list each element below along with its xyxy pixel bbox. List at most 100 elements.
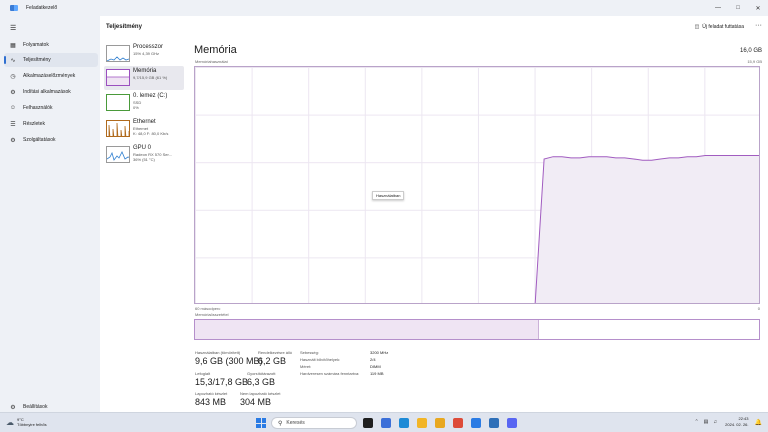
run-task-icon: ◫ xyxy=(694,24,700,30)
graph-zero-label: 0 xyxy=(757,306,760,311)
network-icon[interactable]: ▤ xyxy=(704,419,709,425)
memory-in-use-segment xyxy=(195,320,540,339)
device-item-ethernet[interactable]: Ethernet Ethernet K: 48,0 F: 80,0 Kb/s xyxy=(104,117,184,141)
sidebar-item-label: Indítási alkalmazások xyxy=(23,89,71,95)
device-name: Processzor xyxy=(133,44,164,50)
stat-value: 304 MB xyxy=(240,397,272,407)
more-options-icon[interactable]: ··· xyxy=(755,22,762,29)
sidebar-item-label: Részletek xyxy=(23,121,45,127)
graph-span-label: 60 másodperc xyxy=(195,306,221,311)
device-detail: Ethernet K: 48,0 F: 80,0 Kb/s xyxy=(133,126,168,136)
sidebar-item-services[interactable]: ⚙ Szolgáltatások xyxy=(4,133,98,147)
device-name: 0. lemez (C:) xyxy=(133,93,168,99)
device-item-memory[interactable]: Memória 9,7/15,9 GB (61 %) xyxy=(104,66,184,90)
stat-label: Lapozható készlet xyxy=(195,391,228,396)
system-tray: ⌃ ▤ ♫ 22:43 2024. 02. 26. 🔔 xyxy=(694,416,762,428)
taskbar-search[interactable]: ⚲ Keresés xyxy=(271,417,357,429)
memory-thumbnail xyxy=(106,69,130,86)
task-manager-icon[interactable] xyxy=(471,418,481,428)
sidebar-item-app-history[interactable]: ◷ Alkalmazáselőzmények xyxy=(4,69,98,83)
device-name: Memória xyxy=(133,68,157,74)
stat-cached: Gyorsítótárazott 6,3 GB xyxy=(247,371,275,387)
run-new-task-button[interactable]: ◫ Új feladat futtatása xyxy=(695,24,744,30)
stat-value: 6,3 GB xyxy=(247,377,276,387)
chrome-icon[interactable] xyxy=(453,418,463,428)
stat-label: Lefoglalt xyxy=(195,371,211,376)
device-item-gpu[interactable]: GPU 0 Radeon RX 570 Ser... 36% (51 °C) xyxy=(104,143,184,167)
info-row: Használt bővítőhelyek: 2/4 xyxy=(300,356,388,363)
cloud-icon: ☁ xyxy=(6,417,14,427)
ethernet-thumbnail xyxy=(106,120,130,137)
stat-label: Nem lapozható készlet xyxy=(240,391,281,396)
graph-tooltip: Használatban xyxy=(372,191,405,200)
sidebar-item-performance[interactable]: ∿ Teljesítmény xyxy=(4,53,98,67)
notification-bell-icon[interactable]: 🔔 xyxy=(755,419,762,426)
processes-icon: ▦ xyxy=(10,42,16,49)
services-icon: ⚙ xyxy=(10,137,16,144)
info-key: Sebesség: xyxy=(300,350,319,355)
info-key: Hardveresen számára fenntartva: xyxy=(300,371,360,376)
stat-nonpaged-pool: Nem lapozható készlet 304 MB xyxy=(240,391,280,407)
memory-title: Memória xyxy=(194,44,237,56)
stat-available: Rendelkezésre álló 6,2 GB xyxy=(258,350,292,366)
sidebar-item-users[interactable]: ☺ Felhasználók xyxy=(4,101,98,115)
chevron-up-icon[interactable]: ⌃ xyxy=(694,419,698,425)
memory-usage-graph[interactable] xyxy=(194,66,760,304)
info-key: Használt bővítőhelyek: xyxy=(300,357,341,362)
device-detail: 9,7/15,9 GB (61 %) xyxy=(133,75,168,80)
hamburger-menu-icon[interactable]: ☰ xyxy=(10,24,16,32)
tray-icons: ⌃ ▤ ♫ xyxy=(694,419,717,425)
cpu-sparkline xyxy=(107,56,129,61)
stat-value: 9,6 GB (300 MB) xyxy=(195,356,263,366)
stat-value: 15,3/17,8 GB xyxy=(195,377,249,387)
memory-sparkline xyxy=(107,76,129,85)
memory-composition-bar[interactable] xyxy=(194,319,760,340)
sidebar-item-details[interactable]: ☰ Részletek xyxy=(4,117,98,131)
details-icon: ☰ xyxy=(10,121,16,128)
cpu-thumbnail xyxy=(106,45,130,62)
edge-icon[interactable] xyxy=(399,418,409,428)
memory-usage-area xyxy=(535,155,759,303)
volume-icon[interactable]: ♫ xyxy=(713,419,717,425)
widgets-icon[interactable] xyxy=(363,418,373,428)
info-row: Sebesség: 3200 MHz xyxy=(300,349,388,356)
taskbar: ☁ 9°C Többnyire felhős ⚲ Keresés ⌃ ▤ ♫ 2… xyxy=(0,412,768,432)
search-icon: ⚲ xyxy=(278,420,283,427)
sidebar-item-label: Teljesítmény xyxy=(23,57,51,63)
info-value: 119 MB xyxy=(370,371,384,376)
device-name: GPU 0 xyxy=(133,145,152,151)
sidebar-item-processes[interactable]: ▦ Folyamatok xyxy=(4,38,98,52)
stat-value: 843 MB xyxy=(195,397,227,407)
stat-label: Gyorsítótárazott xyxy=(247,371,276,376)
file-explorer-icon[interactable] xyxy=(417,418,427,428)
weather-desc: Többnyire felhős xyxy=(17,422,47,427)
sidebar-item-startup[interactable]: ⚙ Indítási alkalmazások xyxy=(4,85,98,99)
discord-icon[interactable] xyxy=(507,418,517,428)
stat-committed: Lefoglalt 15,3/17,8 GB xyxy=(195,371,248,387)
device-detail: Radeon RX 570 Ser... 36% (51 °C) xyxy=(133,152,172,162)
clock[interactable]: 22:43 2024. 02. 26. xyxy=(725,416,748,428)
minimize-icon[interactable]: — xyxy=(708,0,728,16)
disk-usage: 0% xyxy=(133,105,139,110)
device-item-disk[interactable]: 0. lemez (C:) SSD 0% xyxy=(104,91,184,115)
files-icon[interactable] xyxy=(435,418,445,428)
title-bar: Feladatkezelő — □ ✕ xyxy=(0,0,768,16)
maximize-icon[interactable]: □ xyxy=(728,0,748,16)
date: 2024. 02. 26. xyxy=(725,422,749,427)
weather-text: 9°C Többnyire felhős xyxy=(17,417,47,427)
terminal-icon[interactable] xyxy=(489,418,499,428)
startup-icon: ⚙ xyxy=(10,89,16,96)
weather-widget[interactable]: ☁ 9°C Többnyire felhős xyxy=(6,417,47,427)
device-item-cpu[interactable]: Processzor 15% 4,39 GHz xyxy=(104,42,184,66)
start-button[interactable] xyxy=(256,418,266,428)
store-icon[interactable] xyxy=(381,418,391,428)
disk-thumbnail xyxy=(106,94,130,111)
stat-paged-pool: Lapozható készlet 843 MB xyxy=(195,391,227,407)
ethernet-sparkline xyxy=(108,122,129,136)
gpu-thumbnail xyxy=(106,146,130,163)
search-placeholder: Keresés xyxy=(286,420,305,426)
info-value: 2/4 xyxy=(370,357,376,362)
close-icon[interactable]: ✕ xyxy=(748,0,768,16)
device-detail: 15% 4,39 GHz xyxy=(133,51,160,56)
memory-usage-chart xyxy=(534,155,759,303)
